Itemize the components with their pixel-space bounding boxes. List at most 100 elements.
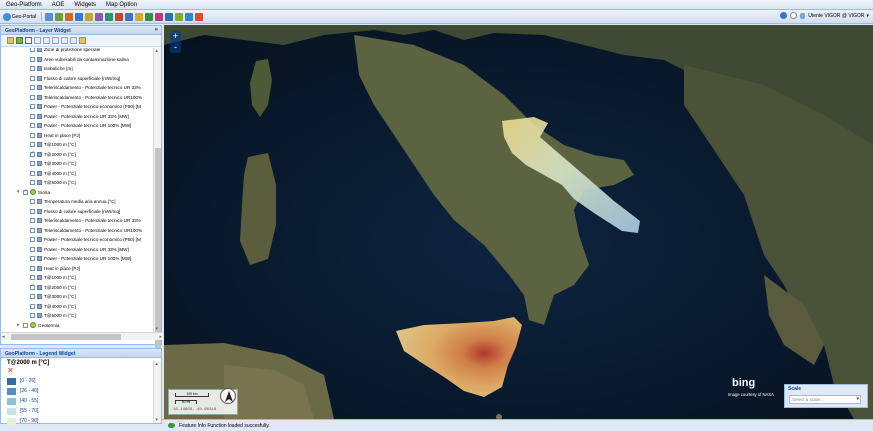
layer-checkbox[interactable]	[30, 123, 35, 129]
layer-checkbox[interactable]	[30, 199, 35, 205]
layer-row[interactable]: T@1000 m [°C]	[30, 140, 76, 150]
scroll-right-icon[interactable]: ▸	[159, 334, 162, 340]
toolbar-tool-13-icon[interactable]	[165, 12, 174, 21]
menu-geo-platform[interactable]: Geo-Platform	[6, 2, 42, 8]
layer-row[interactable]: Power - Potenziale tecnico economico (P5…	[30, 102, 141, 112]
save-icon[interactable]	[34, 37, 41, 44]
layer-row[interactable]: Teleriscaldamento - Potenziale tecnico U…	[30, 83, 141, 93]
layer-tree-scrollbar[interactable]: ▴ ▾	[153, 48, 161, 348]
collapse-icon[interactable]: «	[155, 27, 158, 33]
properties-icon[interactable]	[70, 37, 77, 44]
layer-row[interactable]: Heat in place [PJ]	[30, 131, 80, 141]
legend-scrollbar[interactable]: ▴ ▾	[153, 361, 161, 423]
layer-checkbox[interactable]	[30, 104, 35, 110]
layer-checkbox[interactable]	[30, 275, 35, 281]
layer-row[interactable]: Heat in place [PJ]	[30, 264, 80, 274]
layer-row[interactable]: Teleriscaldamento - Potenziale tecnico U…	[30, 93, 142, 103]
layer-tree-hscrollbar[interactable]: ◂ ▸	[1, 332, 163, 340]
layer-group-row[interactable]: ▾ Sicilia	[17, 188, 50, 198]
layer-row[interactable]: T@3000 m [°C]	[30, 159, 76, 169]
layer-row[interactable]: T@2000 m [°C]	[30, 283, 76, 293]
layer-row[interactable]: Temperatura media aria annua [°C]	[30, 197, 116, 207]
zoom-out-button[interactable]: -	[170, 42, 181, 53]
toolbar-tool-4-icon[interactable]	[75, 12, 84, 21]
layer-checkbox[interactable]	[30, 113, 35, 119]
layer-row[interactable]: Aree vulnerabili da contaminazione salin…	[30, 55, 129, 65]
layer-row[interactable]: T@5000 m [°C]	[30, 311, 76, 321]
scroll-up-icon[interactable]: ▴	[156, 48, 159, 54]
layer-row[interactable]: Flusso di calore superficiale [mW/mq]	[30, 207, 120, 217]
menu-widgets[interactable]: Widgets	[74, 2, 96, 8]
settings-icon[interactable]	[79, 37, 86, 44]
layer-row[interactable]: Power - Potenziale tecnico UR 33% [MW]	[30, 112, 129, 122]
layer-row[interactable]: Teleriscaldamento - Potenziale tecnico U…	[30, 216, 141, 226]
zoom-in-button[interactable]: +	[170, 31, 181, 42]
menu-map-option[interactable]: Map Option	[106, 2, 137, 8]
toolbar-tool-14-icon[interactable]	[175, 12, 184, 21]
layer-row[interactable]: T@1000 m [°C]	[30, 273, 76, 283]
layer-checkbox[interactable]	[30, 161, 35, 167]
collapse-icon[interactable]: ▸	[17, 322, 22, 328]
scrollbar-thumb[interactable]	[155, 148, 161, 348]
layer-row[interactable]: T@3000 m [°C]	[30, 292, 76, 302]
map-viewport[interactable]: + - 100 km 50 mi 16.14609, 40.90319 bing…	[164, 25, 873, 419]
hscrollbar-thumb[interactable]	[11, 334, 121, 340]
layer-checkbox[interactable]	[30, 246, 35, 252]
toolbar-tool-15-icon[interactable]	[185, 12, 194, 21]
chevron-down-icon[interactable]: ▾	[866, 13, 869, 19]
add-folder-icon[interactable]	[7, 37, 14, 44]
toolbar-tool-11-icon[interactable]	[145, 12, 154, 21]
preview-icon[interactable]	[61, 37, 68, 44]
layer-row[interactable]: T@4000 m [°C]	[30, 169, 76, 179]
layer-row[interactable]: T@2000 m [°C]	[30, 150, 76, 160]
layer-checkbox[interactable]	[30, 142, 35, 148]
layer-group-row[interactable]: ▸ Geotermia	[17, 321, 59, 331]
layer-checkbox[interactable]	[30, 227, 35, 233]
layer-row[interactable]: T@5000 m [°C]	[30, 178, 76, 188]
layer-row[interactable]: Teleriscaldamento - Potenziale tecnico U…	[30, 226, 142, 236]
scroll-left-icon[interactable]: ◂	[2, 334, 5, 340]
layer-row[interactable]: Isobatiche [m]	[30, 64, 73, 74]
layer-row[interactable]: Power - Potenziale tecnico UR 33% [MW]	[30, 245, 129, 255]
info-icon[interactable]	[780, 12, 788, 19]
chevron-down-icon[interactable]: ▾	[856, 396, 859, 402]
layer-checkbox[interactable]	[30, 180, 35, 186]
toolbar-tool-10-icon[interactable]	[135, 12, 144, 21]
layer-checkbox[interactable]	[30, 294, 35, 300]
layer-checkbox[interactable]	[30, 48, 35, 53]
layer-checkbox[interactable]	[30, 94, 35, 100]
layer-checkbox[interactable]	[23, 188, 28, 195]
layer-checkbox[interactable]	[30, 85, 35, 91]
layer-checkbox[interactable]	[30, 208, 35, 214]
toolbar-tool-2-icon[interactable]	[55, 12, 64, 21]
layer-checkbox[interactable]	[30, 132, 35, 138]
layer-checkbox[interactable]	[30, 75, 35, 81]
expand-icon[interactable]: ▾	[17, 189, 22, 195]
geo-portal-button[interactable]: Geo-Portal	[3, 12, 36, 22]
layer-checkbox[interactable]	[23, 322, 28, 328]
layer-checkbox[interactable]	[30, 237, 35, 243]
layer-checkbox[interactable]	[30, 150, 35, 157]
add-layer-icon[interactable]	[16, 37, 23, 44]
layer-checkbox[interactable]	[30, 265, 35, 271]
layer-checkbox[interactable]	[30, 256, 35, 262]
layer-row[interactable]: Power - Potenziale tecnico UR 100% [MW]	[30, 254, 131, 264]
layer-checkbox[interactable]	[30, 303, 35, 309]
toolbar-tool-7-icon[interactable]	[105, 12, 114, 21]
scale-select[interactable]: Select a scale... ▾	[789, 395, 861, 404]
delete-icon[interactable]	[25, 37, 32, 44]
layer-checkbox[interactable]	[30, 283, 35, 290]
menu-aoe[interactable]: AOE	[52, 2, 65, 8]
help-icon[interactable]	[790, 12, 798, 19]
scroll-up-icon[interactable]: ▴	[156, 361, 159, 367]
scroll-down-icon[interactable]: ▾	[156, 417, 159, 423]
layer-checkbox[interactable]	[30, 56, 35, 62]
export-icon[interactable]	[52, 37, 59, 44]
layer-row[interactable]: Power - Potenziale tecnico UR 100% [MW]	[30, 121, 131, 131]
layer-checkbox[interactable]	[30, 218, 35, 224]
toolbar-tool-16-icon[interactable]	[195, 12, 204, 21]
layer-row[interactable]: Power - Potenziale tecnico economico (P5…	[30, 235, 141, 245]
toolbar-tool-9-icon[interactable]	[125, 12, 134, 21]
user-menu[interactable]: Utente VIGOR @ VIGOR	[808, 13, 864, 19]
layer-checkbox[interactable]	[30, 66, 35, 72]
